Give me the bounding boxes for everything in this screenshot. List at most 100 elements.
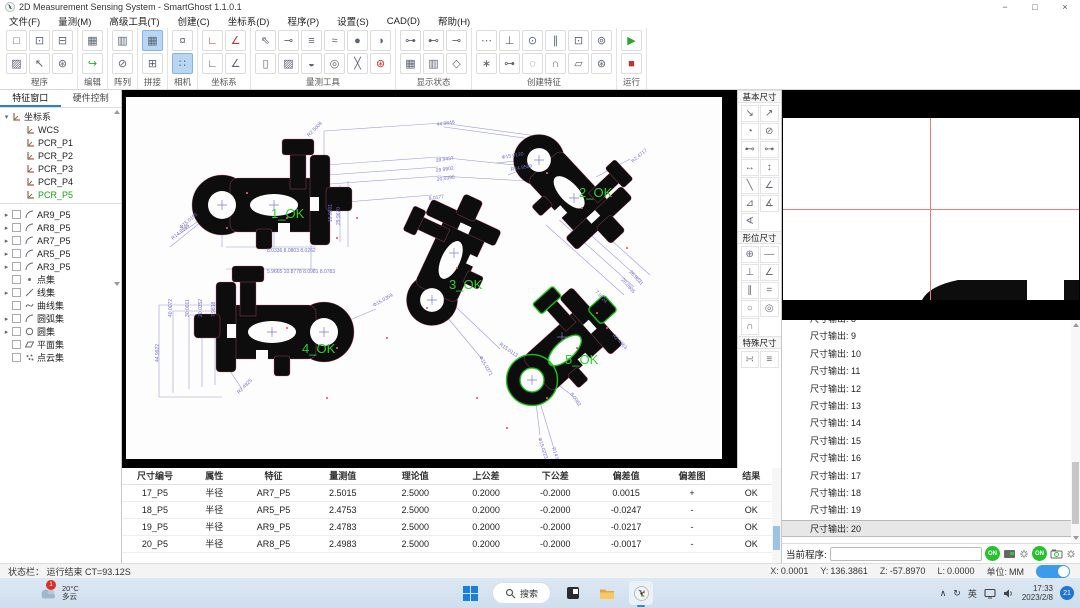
gdt-roundness-button[interactable]: ○ <box>741 300 760 317</box>
checkbox[interactable] <box>12 236 21 245</box>
expander-icon[interactable]: ▸ <box>2 250 11 258</box>
display-tray-icon[interactable] <box>984 588 996 599</box>
edit-image-button[interactable]: ▦ <box>82 30 103 51</box>
tray-chevron[interactable]: ∧ <box>940 588 947 599</box>
point-measure-button[interactable]: ⊸ <box>278 30 299 51</box>
table-row[interactable]: 18_P5半径AR5_P52.47532.50000.2000-0.2000-0… <box>122 502 781 519</box>
camera-crosshair-button[interactable]: ¤ <box>172 30 193 51</box>
checkbox[interactable] <box>12 353 21 362</box>
dim-angle-button[interactable]: ∠ <box>760 177 779 194</box>
camera-icon[interactable] <box>1050 548 1063 560</box>
ime-indicator[interactable]: 英 <box>968 587 977 600</box>
tree-item-坐标系[interactable]: ▾坐标系 <box>0 110 121 123</box>
tree-item-PCR_P2[interactable]: PCR_P2 <box>0 149 121 162</box>
tree-item-AR3_P5[interactable]: ▸AR3_P5 <box>0 260 121 273</box>
screen-icon[interactable] <box>1003 548 1016 560</box>
checkbox[interactable] <box>12 288 21 297</box>
circle-region-feature-button[interactable]: ⊚ <box>591 30 612 51</box>
menu-创建[interactable]: 创建(C) <box>169 14 219 28</box>
weather-widget[interactable]: 1 20°C 多云 <box>38 585 79 602</box>
plane-feature-button[interactable]: ▱ <box>568 53 589 74</box>
dim-point-point-y-button[interactable]: ↗ <box>760 105 779 122</box>
array-clear-button[interactable]: ⊘ <box>112 53 133 74</box>
gdt-profile-button[interactable]: ∩ <box>741 318 760 335</box>
camera-grid-button[interactable]: ∷ <box>172 53 193 74</box>
current-program-input[interactable] <box>830 547 982 561</box>
dim-angle-multi-button[interactable]: ∢ <box>741 213 760 230</box>
checkbox[interactable] <box>12 327 21 336</box>
coord-create-button[interactable]: ∟ <box>202 30 223 51</box>
tree-item-平面集[interactable]: 平面集 <box>0 338 121 351</box>
gdt-position-button[interactable]: ⊕ <box>741 246 760 263</box>
expander-icon[interactable]: ▸ <box>2 237 11 245</box>
probe-display-2-button[interactable]: ⊷ <box>423 30 444 51</box>
checkbox[interactable] <box>12 301 21 310</box>
arc-feature-button[interactable]: ∩ <box>545 53 566 74</box>
hand-select-button[interactable]: ⇖ <box>255 30 276 51</box>
line-measure-button[interactable]: ≡ <box>301 30 322 51</box>
menu-帮助[interactable]: 帮助(H) <box>429 14 479 28</box>
output-item[interactable]: 尺寸输出: 14 <box>782 415 1080 432</box>
checkbox[interactable] <box>12 249 21 258</box>
stop-button[interactable]: ■ <box>621 53 642 74</box>
tree-item-AR9_P5[interactable]: ▸AR9_P5 <box>0 208 121 221</box>
dim-angle-line-button[interactable]: ∡ <box>760 195 779 212</box>
expander-icon[interactable]: ▸ <box>2 328 11 336</box>
brightness-feature-button[interactable]: ∗ <box>476 53 497 74</box>
special-caliper-button[interactable]: ∺ <box>741 351 760 368</box>
cad-viewport[interactable]: R2.500844.964839.943729.990220.03988.017… <box>122 90 737 468</box>
tree-item-圆集[interactable]: ▸圆集 <box>0 325 121 338</box>
dim-distance-x-button[interactable]: ↔ <box>741 159 760 176</box>
line-point-feature-button[interactable]: ⊶ <box>499 53 520 74</box>
output-item[interactable]: 尺寸输出: 12 <box>782 381 1080 398</box>
dim-angle-3pt-button[interactable]: ⊿ <box>741 195 760 212</box>
dim-point-point-x-button[interactable]: ↘ <box>741 105 760 122</box>
table-scrollbar[interactable] <box>772 468 781 563</box>
display-on-toggle[interactable]: ON <box>985 546 1000 561</box>
expander-icon[interactable]: ▸ <box>2 211 11 219</box>
unit-toggle[interactable] <box>1036 565 1070 578</box>
gdt-angularity-button[interactable]: ∠ <box>760 264 779 281</box>
program-settings-button[interactable]: ⊛ <box>52 53 73 74</box>
focus-measure-button[interactable]: ◎ <box>324 53 345 74</box>
menu-高级工具[interactable]: 高级工具(T) <box>100 14 168 28</box>
scroll-up-icon[interactable] <box>1073 323 1079 327</box>
output-item[interactable]: 尺寸输出: 10 <box>782 346 1080 363</box>
expander-icon[interactable]: ▸ <box>2 315 11 323</box>
tools-button[interactable]: ╳ <box>347 53 368 74</box>
tab-特征窗口[interactable]: 特征窗口 <box>0 90 61 107</box>
tree-item-AR5_P5[interactable]: ▸AR5_P5 <box>0 247 121 260</box>
file-explorer-button[interactable] <box>595 581 619 605</box>
checkbox[interactable] <box>12 210 21 219</box>
measure-settings-button[interactable]: ⊛ <box>370 53 391 74</box>
output-item[interactable]: 尺寸输出: 11 <box>782 363 1080 380</box>
expander-icon[interactable]: ▾ <box>2 113 11 121</box>
gdt-straightness-button[interactable]: — <box>760 246 779 263</box>
expander-icon[interactable]: ▸ <box>2 289 11 297</box>
output-item[interactable]: 尺寸输出: 8 <box>782 320 1080 328</box>
image-display-button[interactable]: ▦ <box>400 53 421 74</box>
sync-icon[interactable]: ↻ <box>953 588 961 599</box>
tree-item-WCS[interactable]: WCS <box>0 123 121 136</box>
point-cloud-feature-button[interactable]: ⊛ <box>591 53 612 74</box>
special-list-button[interactable]: ≡ <box>760 351 779 368</box>
new-program-button[interactable]: □ <box>6 30 27 51</box>
checkbox[interactable] <box>12 262 21 271</box>
tree-item-AR7_P5[interactable]: ▸AR7_P5 <box>0 234 121 247</box>
tree-item-AR8_P5[interactable]: ▸AR8_P5 <box>0 221 121 234</box>
circle-measure-button[interactable]: ● <box>347 30 368 51</box>
scroll-down-icon[interactable] <box>1073 536 1079 540</box>
output-item[interactable]: 尺寸输出: 17 <box>782 468 1080 485</box>
rect-feature-button[interactable]: ⊡ <box>568 30 589 51</box>
table-row[interactable]: 19_P5半径AR9_P52.47832.50000.2000-0.2000-0… <box>122 519 781 536</box>
start-button[interactable] <box>458 581 482 605</box>
table-row[interactable]: 20_P5半径AR8_P52.49832.50000.2000-0.2000-0… <box>122 536 781 553</box>
menu-CAD[interactable]: CAD(D) <box>378 16 429 27</box>
close-button[interactable]: × <box>1050 2 1080 12</box>
probe-display-1-button[interactable]: ⊶ <box>400 30 421 51</box>
region-measure-button[interactable]: ▨ <box>278 53 299 74</box>
stitch-settings-button[interactable]: ⊞ <box>142 53 163 74</box>
menu-量测[interactable]: 量测(M) <box>49 14 100 28</box>
circle-point-feature-button[interactable]: ⊙ <box>522 30 543 51</box>
checkbox[interactable] <box>12 275 21 284</box>
